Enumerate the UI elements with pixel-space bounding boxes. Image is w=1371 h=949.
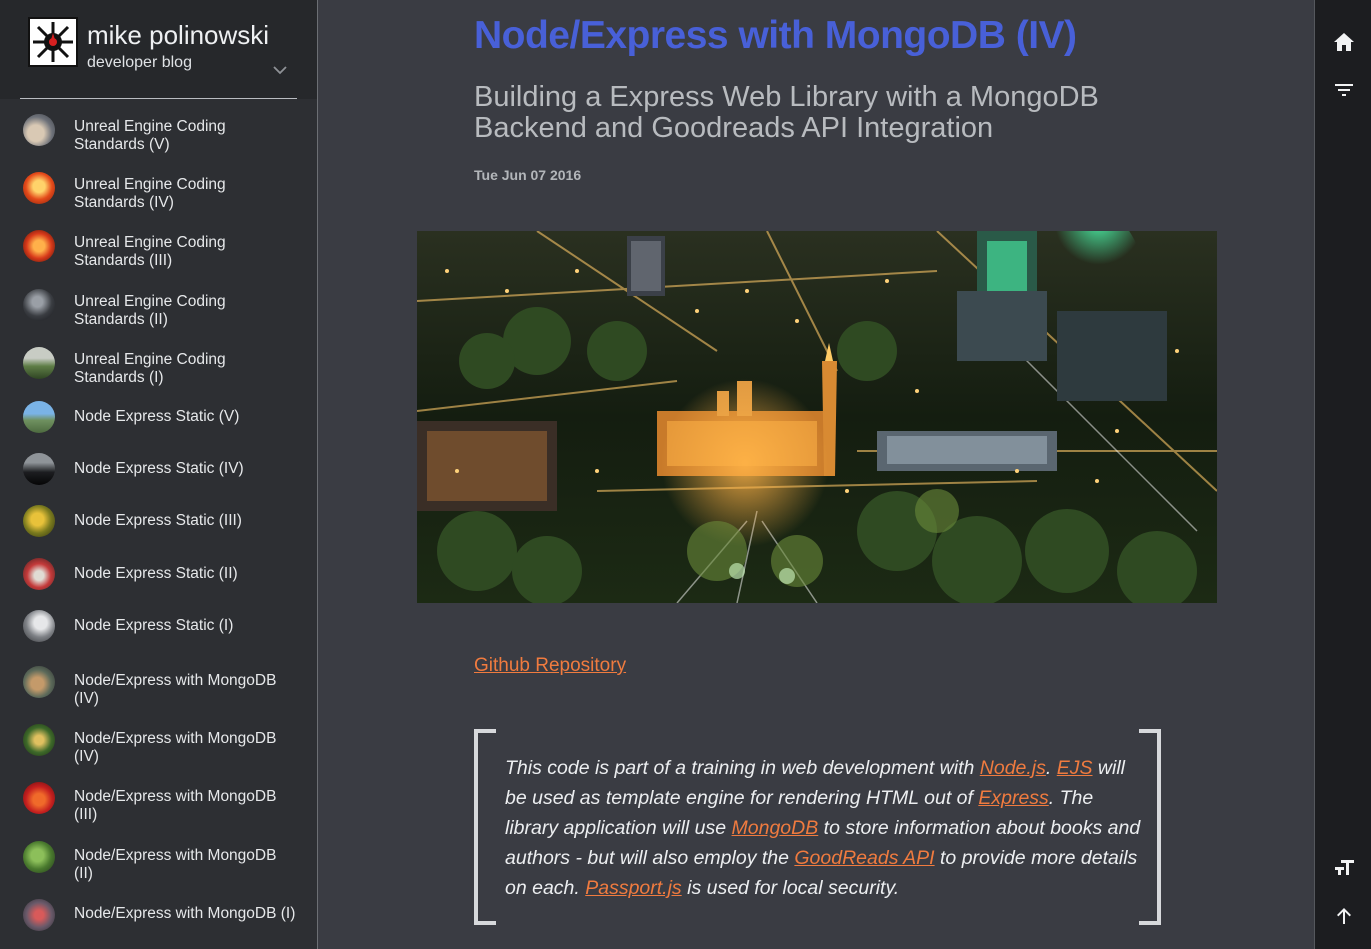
sidebar-item-label: Unreal Engine Coding Standards (IV)	[74, 176, 226, 211]
sidebar-item-label: Unreal Engine Coding Standards (III)	[74, 234, 226, 269]
post-thumbnail	[23, 558, 55, 590]
passportjs-link[interactable]: Passport.js	[585, 877, 681, 899]
post-thumbnail	[23, 230, 55, 262]
sidebar-item-unreal-iii[interactable]: Unreal Engine Coding Standards (III)	[0, 224, 317, 269]
post-thumbnail	[23, 666, 55, 698]
sidebar-item-label: Node Express Static (I)	[74, 617, 234, 634]
sidebar-item-label: Node/Express with MongoDB (I)	[74, 905, 296, 922]
sidebar: mike polinowski developer blog Unreal En…	[0, 0, 318, 949]
page-title: Node/Express with MongoDB (IV)	[474, 14, 1077, 57]
sidebar-item-label: Node/Express with MongoDB (III)	[74, 788, 277, 823]
brand-header[interactable]: mike polinowski developer blog	[0, 0, 317, 99]
sidebar-item-unreal-ii[interactable]: Unreal Engine Coding Standards (II)	[0, 283, 317, 328]
ejs-link[interactable]: EJS	[1057, 757, 1093, 779]
post-thumbnail	[23, 114, 55, 146]
post-thumbnail	[23, 401, 55, 433]
hero-image	[417, 231, 1217, 603]
page-subtitle: Building a Express Web Library with a Mo…	[474, 81, 1099, 144]
goodreads-api-link[interactable]: GoodReads API	[794, 847, 934, 869]
sidebar-item-static-iii[interactable]: Node Express Static (III)	[0, 502, 317, 542]
logo	[28, 17, 78, 67]
quote-text-segment: is used for local security.	[681, 877, 900, 899]
filter-icon[interactable]	[1332, 78, 1356, 102]
chevron-down-icon[interactable]	[272, 64, 288, 76]
blockquote: This code is part of a training in web d…	[474, 729, 1161, 925]
sidebar-item-static-v[interactable]: Node Express Static (V)	[0, 398, 317, 438]
sidebar-item-mongo-iv-2[interactable]: Node/Express with MongoDB (IV)	[0, 720, 317, 765]
sidebar-item-mongo-i[interactable]: Node/Express with MongoDB (I)	[0, 895, 317, 939]
post-thumbnail	[23, 453, 55, 485]
sidebar-item-static-i[interactable]: Node Express Static (I)	[0, 607, 317, 647]
arrow-up-icon[interactable]	[1332, 904, 1356, 928]
quote-text-segment: .	[1045, 757, 1057, 779]
post-thumbnail	[23, 289, 55, 321]
sidebar-item-label: Node Express Static (V)	[74, 408, 240, 425]
sidebar-item-label: Node Express Static (IV)	[74, 460, 244, 477]
home-icon[interactable]	[1332, 30, 1356, 54]
article: Node/Express with MongoDB (IV) Building …	[319, 0, 1314, 949]
post-thumbnail	[23, 172, 55, 204]
post-thumbnail	[23, 782, 55, 814]
post-thumbnail	[23, 841, 55, 873]
sidebar-item-static-ii[interactable]: Node Express Static (II)	[0, 555, 317, 595]
right-toolbar	[1314, 0, 1371, 949]
quote-text: This code is part of a training in web d…	[505, 753, 1145, 903]
sidebar-item-mongo-ii[interactable]: Node/Express with MongoDB (II)	[0, 837, 317, 882]
post-thumbnail	[23, 899, 55, 931]
text-size-icon[interactable]	[1332, 856, 1356, 880]
sidebar-item-label: Node/Express with MongoDB (IV)	[74, 672, 277, 707]
sidebar-item-unreal-iv[interactable]: Unreal Engine Coding Standards (IV)	[0, 166, 317, 211]
post-thumbnail	[23, 724, 55, 756]
brand-subtitle: developer blog	[87, 54, 192, 71]
express-link[interactable]: Express	[978, 787, 1048, 809]
sidebar-item-unreal-v[interactable]: Unreal Engine Coding Standards (V)	[0, 108, 317, 153]
sidebar-item-label: Unreal Engine Coding Standards (II)	[74, 293, 226, 328]
sidebar-item-unreal-i[interactable]: Unreal Engine Coding Standards (I)	[0, 341, 317, 386]
sidebar-item-label: Unreal Engine Coding Standards (V)	[74, 118, 226, 153]
post-thumbnail	[23, 610, 55, 642]
sidebar-item-mongo-iv[interactable]: Node/Express with MongoDB (IV)	[0, 662, 317, 707]
post-date: Tue Jun 07 2016	[474, 167, 582, 183]
quote-text-segment: This code is part of a training in web d…	[505, 757, 980, 779]
mongodb-link[interactable]: MongoDB	[732, 817, 819, 839]
brand-title: mike polinowski	[87, 20, 270, 50]
post-thumbnail	[23, 347, 55, 379]
sidebar-item-label: Node/Express with MongoDB (II)	[74, 847, 277, 882]
nodejs-link[interactable]: Node.js	[980, 757, 1046, 779]
github-repository-link[interactable]: Github Repository	[474, 655, 626, 677]
sidebar-item-mongo-iii[interactable]: Node/Express with MongoDB (III)	[0, 778, 317, 823]
sidebar-item-label: Node Express Static (III)	[74, 512, 242, 529]
sidebar-item-label: Node Express Static (II)	[74, 565, 238, 582]
post-thumbnail	[23, 505, 55, 537]
sidebar-item-label: Unreal Engine Coding Standards (I)	[74, 351, 226, 386]
brand-divider	[20, 98, 297, 99]
sidebar-item-static-iv[interactable]: Node Express Static (IV)	[0, 450, 317, 490]
sidebar-item-label: Node/Express with MongoDB (IV)	[74, 730, 277, 765]
